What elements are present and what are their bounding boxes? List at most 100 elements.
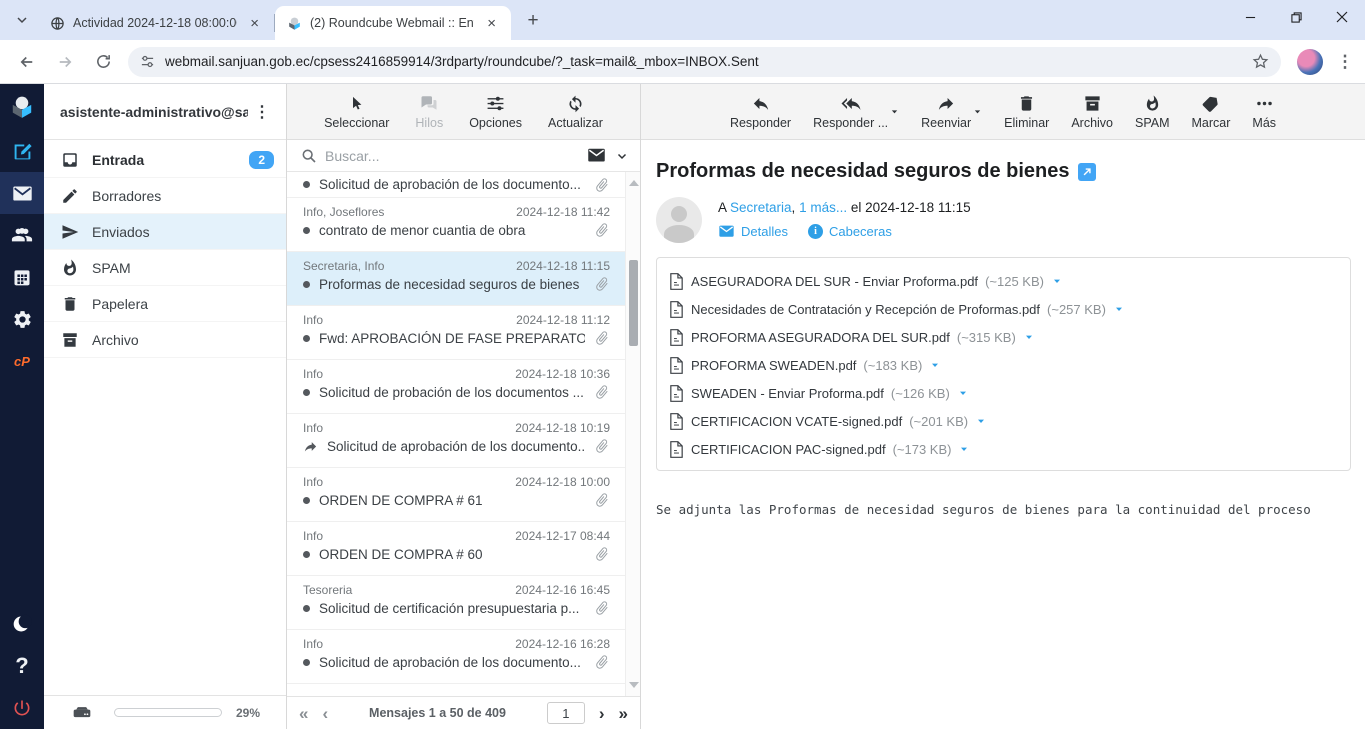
attachment-menu-caret-icon[interactable] — [930, 361, 940, 370]
settings-gear-icon[interactable] — [0, 298, 44, 340]
folder-item-borradores[interactable]: Borradores — [44, 178, 286, 214]
reload-icon[interactable] — [86, 45, 120, 79]
reply-all-caret-icon[interactable] — [890, 108, 899, 116]
cpanel-icon[interactable]: cP — [0, 340, 44, 382]
prev-page-button[interactable]: ‹ — [322, 705, 328, 722]
scroll-up-icon[interactable] — [629, 180, 639, 186]
message-row[interactable]: Secretaria, Info2024-12-18 11:15Proforma… — [287, 252, 640, 306]
attachment-menu-caret-icon[interactable] — [958, 389, 968, 398]
browser-tab-activity[interactable]: Actividad 2024-12-18 08:00:00 × — [38, 6, 274, 40]
reply-button[interactable]: Responder — [730, 93, 791, 130]
mark-button[interactable]: Marcar — [1192, 93, 1231, 130]
new-tab-button[interactable]: + — [519, 7, 547, 35]
attachment-item[interactable]: PROFORMA ASEGURADORA DEL SUR.pdf(~315 KB… — [669, 323, 1034, 351]
headers-link[interactable]: i Cabeceras — [808, 224, 892, 239]
forward-button[interactable]: Reenviar — [921, 93, 971, 130]
page-number-input[interactable] — [547, 702, 585, 724]
more-recipients-link[interactable]: 1 más... — [799, 200, 847, 215]
attachment-name[interactable]: ASEGURADORA DEL SUR - Enviar Proforma.pd… — [691, 274, 978, 289]
folder-item-enviados[interactable]: Enviados — [44, 214, 286, 250]
archive-button[interactable]: Archivo — [1071, 93, 1113, 130]
forward-icon[interactable] — [48, 45, 82, 79]
attachment-item[interactable]: CERTIFICACION VCATE-signed.pdf(~201 KB) — [669, 407, 986, 435]
search-input[interactable] — [325, 148, 579, 164]
logout-power-icon[interactable] — [0, 687, 44, 729]
help-icon[interactable]: ? — [0, 645, 44, 687]
first-page-button[interactable]: « — [299, 705, 308, 722]
open-in-new-window-icon[interactable] — [1078, 163, 1096, 181]
account-menu-icon[interactable]: ⋮ — [248, 102, 276, 122]
select-button[interactable]: Seleccionar — [324, 93, 389, 130]
tab-close-icon[interactable]: × — [245, 14, 264, 33]
account-header[interactable]: asistente-administrativo@sa... ⋮ — [44, 84, 286, 140]
spam-fire-icon — [1144, 93, 1161, 113]
message-row[interactable]: Info2024-12-17 08:44ORDEN DE COMPRA # 60 — [287, 522, 640, 576]
browser-menu-icon[interactable]: ⋮ — [1333, 52, 1357, 72]
attachment-name[interactable]: Necesidades de Contratación y Recepción … — [691, 302, 1040, 317]
search-options-chevron-icon[interactable] — [616, 150, 628, 162]
next-page-button[interactable]: › — [599, 705, 605, 722]
folder-item-archivo[interactable]: Archivo — [44, 322, 286, 358]
browser-profile-avatar[interactable] — [1297, 49, 1323, 75]
bookmark-star-icon[interactable] — [1252, 53, 1269, 70]
attachment-menu-caret-icon[interactable] — [1052, 277, 1062, 286]
message-row[interactable]: Info2024-12-16 16:28Solicitud de aprobac… — [287, 630, 640, 684]
message-row[interactable]: Info2024-12-18 11:12Fwd: APROBACIÓN DE F… — [287, 306, 640, 360]
attachment-menu-caret-icon[interactable] — [976, 417, 986, 426]
window-close-button[interactable] — [1319, 0, 1365, 34]
attachment-menu-caret-icon[interactable] — [1024, 333, 1034, 342]
reply-all-button[interactable]: Responder ... — [813, 93, 888, 130]
mail-icon[interactable] — [0, 172, 44, 214]
url-text[interactable]: webmail.sanjuan.gob.ec/cpsess2416859914/… — [165, 54, 1244, 69]
delete-button[interactable]: Eliminar — [1004, 93, 1049, 130]
attachment-menu-caret-icon[interactable] — [1114, 305, 1124, 314]
attachment-menu-caret-icon[interactable] — [959, 445, 969, 454]
calendar-icon[interactable] — [0, 256, 44, 298]
attachment-item[interactable]: SWEADEN - Enviar Proforma.pdf(~126 KB) — [669, 379, 968, 407]
message-row[interactable]: Info2024-12-18 10:00ORDEN DE COMPRA # 61 — [287, 468, 640, 522]
message-row[interactable]: Info, Joseflores2024-12-18 11:42contrato… — [287, 198, 640, 252]
scroll-down-icon[interactable] — [629, 682, 639, 688]
attachment-name[interactable]: PROFORMA ASEGURADORA DEL SUR.pdf — [691, 330, 950, 345]
roundcube-logo[interactable] — [0, 84, 44, 130]
details-link[interactable]: Detalles — [718, 224, 788, 239]
message-row[interactable]: Tesoreria2024-12-16 16:45Solicitud de ce… — [287, 576, 640, 630]
attachment-item[interactable]: Necesidades de Contratación y Recepción … — [669, 295, 1124, 323]
message-row[interactable]: Info2024-12-18 10:36Solicitud de probaci… — [287, 360, 640, 414]
message-row-partial[interactable]: Solicitud de aprobación de los documento… — [287, 172, 640, 198]
refresh-button[interactable]: Actualizar — [548, 93, 603, 130]
folder-item-entrada[interactable]: Entrada2 — [44, 142, 286, 178]
attachment-name[interactable]: SWEADEN - Enviar Proforma.pdf — [691, 386, 884, 401]
url-bar[interactable]: webmail.sanjuan.gob.ec/cpsess2416859914/… — [128, 47, 1281, 77]
back-icon[interactable] — [10, 45, 44, 79]
attachment-name[interactable]: CERTIFICACION PAC-signed.pdf — [691, 442, 886, 457]
forward-caret-icon[interactable] — [973, 108, 982, 116]
last-page-button[interactable]: » — [619, 705, 628, 722]
folder-item-spam[interactable]: SPAM — [44, 250, 286, 286]
options-button[interactable]: Opciones — [469, 93, 522, 130]
window-restore-button[interactable] — [1273, 0, 1319, 34]
compose-icon[interactable] — [0, 130, 44, 172]
search-scope-mail-icon[interactable] — [587, 148, 606, 163]
recipient-link[interactable]: Secretaria — [730, 200, 792, 215]
scrollbar-thumb[interactable] — [629, 260, 638, 346]
attachment-name[interactable]: CERTIFICACION VCATE-signed.pdf — [691, 414, 902, 429]
attachment-item[interactable]: ASEGURADORA DEL SUR - Enviar Proforma.pd… — [669, 267, 1062, 295]
dark-mode-moon-icon[interactable] — [0, 603, 44, 645]
attachment-item[interactable]: CERTIFICACION PAC-signed.pdf(~173 KB) — [669, 435, 969, 463]
attachment-item[interactable]: PROFORMA SWEADEN.pdf(~183 KB) — [669, 351, 940, 379]
folder-item-papelera[interactable]: Papelera — [44, 286, 286, 322]
more-button[interactable]: Más — [1252, 93, 1276, 130]
window-minimize-button[interactable] — [1227, 0, 1273, 34]
contacts-icon[interactable] — [0, 214, 44, 256]
tab-search-button[interactable] — [8, 6, 36, 34]
attachment-name[interactable]: PROFORMA SWEADEN.pdf — [691, 358, 856, 373]
threads-button[interactable]: Hilos — [415, 93, 443, 130]
spam-button[interactable]: SPAM — [1135, 93, 1170, 130]
browser-tab-roundcube[interactable]: (2) Roundcube Webmail :: Envia × — [275, 6, 511, 40]
delete-label: Eliminar — [1004, 116, 1049, 130]
message-row[interactable]: Info2024-12-18 10:19Solicitud de aprobac… — [287, 414, 640, 468]
tab-close-icon[interactable]: × — [482, 14, 501, 33]
site-settings-icon[interactable] — [140, 54, 155, 69]
list-scrollbar[interactable] — [625, 172, 640, 696]
